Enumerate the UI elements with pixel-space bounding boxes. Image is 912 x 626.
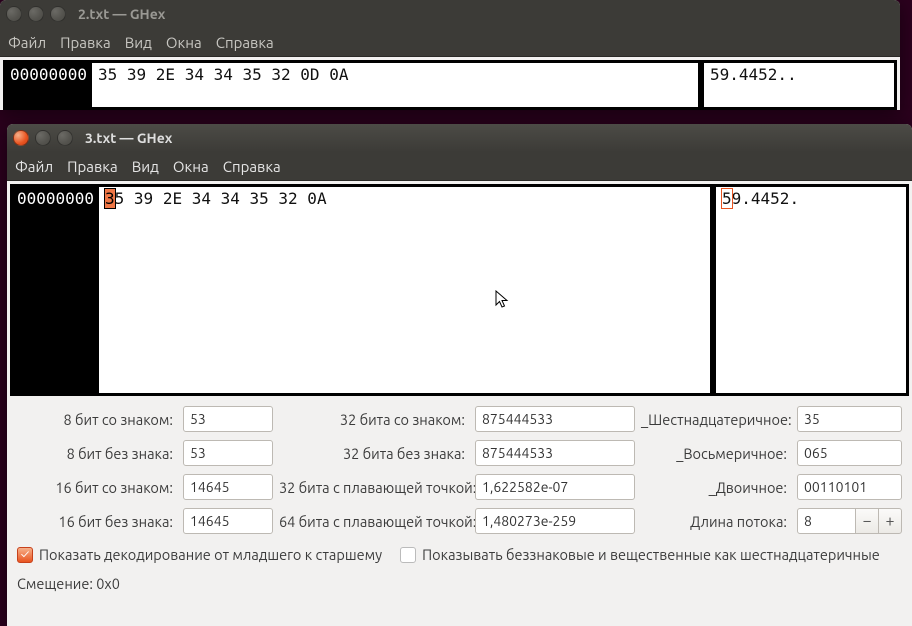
value-oct[interactable]: 065 <box>797 440 902 466</box>
stream-minus-button[interactable]: − <box>855 508 879 534</box>
value-s16[interactable]: 14645 <box>183 474 273 500</box>
value-u16[interactable]: 14645 <box>183 508 273 534</box>
ghex-window-1: 2.txt — GHex Файл Правка Вид Окна Справк… <box>0 0 900 110</box>
unsigned-hex-checkbox-group[interactable]: Показывать беззнаковые и вещественные ка… <box>400 546 880 563</box>
data-inspector-panel: 8 бит со знаком: 53 32 бита со знаком: 8… <box>7 396 912 600</box>
label-u32: 32 бита без знака: <box>279 445 469 462</box>
value-f64[interactable]: 1,480273e-259 <box>475 508 635 534</box>
little-endian-checkbox[interactable] <box>17 547 33 563</box>
menu-edit[interactable]: Правка <box>60 34 111 51</box>
titlebar-2[interactable]: 3.txt — GHex <box>7 124 912 152</box>
ascii-column[interactable]: 59.4452. <box>716 187 906 393</box>
byte-rest[interactable]: 5 <box>115 189 125 208</box>
value-u32[interactable]: 875444533 <box>475 440 635 466</box>
label-s8: 8 бит со знаком: <box>17 411 177 428</box>
menu-view[interactable]: Вид <box>132 158 159 175</box>
label-f32: 32 бита с плавающей точкой: <box>279 479 469 496</box>
label-bin: _Двоичное: <box>641 479 791 496</box>
menubar-1: Файл Правка Вид Окна Справка <box>0 28 900 57</box>
menu-windows[interactable]: Окна <box>166 34 202 51</box>
little-endian-label: Показать декодирование от младшего к ста… <box>39 546 382 563</box>
hex-editor-1[interactable]: 00000000 35 39 2E 34 34 35 32 0D 0A 59.4… <box>3 60 897 110</box>
value-bin[interactable]: 00110101 <box>797 474 902 500</box>
value-f32[interactable]: 1,622582e-07 <box>475 474 635 500</box>
maximize-button[interactable] <box>50 6 66 22</box>
unsigned-hex-label: Показывать беззнаковые и вещественные ка… <box>422 546 880 563</box>
menu-view[interactable]: Вид <box>125 34 152 51</box>
close-button[interactable] <box>13 130 29 146</box>
selected-nibble[interactable]: 3 <box>105 189 115 208</box>
label-s32: 32 бита со знаком: <box>279 411 469 428</box>
hex-bytes-column[interactable]: 35 39 2E 34 34 35 32 0A <box>99 187 716 393</box>
label-u8: 8 бит без знака: <box>17 445 177 462</box>
label-s16: 16 бит со знаком: <box>17 479 177 496</box>
maximize-button[interactable] <box>57 130 73 146</box>
hex-editor-2[interactable]: 00000000 35 39 2E 34 34 35 32 0A 59.4452… <box>10 184 909 396</box>
value-s32[interactable]: 875444533 <box>475 406 635 432</box>
titlebar-1[interactable]: 2.txt — GHex <box>0 0 900 28</box>
offset-column: 00000000 <box>6 63 92 107</box>
minimize-button[interactable] <box>35 130 51 146</box>
minimize-button[interactable] <box>28 6 44 22</box>
label-u16: 16 бит без знака: <box>17 513 177 530</box>
ascii-rest[interactable]: 9.4452. <box>732 189 799 208</box>
window-title-2: 3.txt — GHex <box>85 130 172 146</box>
window-title-1: 2.txt — GHex <box>78 6 165 22</box>
little-endian-checkbox-group[interactable]: Показать декодирование от младшего к ста… <box>17 546 382 563</box>
unsigned-hex-checkbox[interactable] <box>400 547 416 563</box>
value-hex[interactable]: 35 <box>797 406 902 432</box>
label-hex: _Шестнадцатеричное: <box>641 411 791 428</box>
hex-bytes-rest[interactable]: 39 2E 34 34 35 32 0A <box>124 189 326 208</box>
label-f64: 64 бита с плавающей точкой: <box>279 513 469 530</box>
value-s8[interactable]: 53 <box>183 406 273 432</box>
offset-column: 00000000 <box>13 187 99 393</box>
ghex-window-2: 3.txt — GHex Файл Правка Вид Окна Справк… <box>7 124 912 626</box>
selected-ascii-char[interactable]: 5 <box>722 189 732 208</box>
value-u8[interactable]: 53 <box>183 440 273 466</box>
menu-help[interactable]: Справка <box>216 34 274 51</box>
menu-help[interactable]: Справка <box>223 158 281 175</box>
menu-windows[interactable]: Окна <box>173 158 209 175</box>
offset-status: Смещение: 0x0 <box>17 575 902 592</box>
label-oct: _Восьмеричное: <box>641 445 791 462</box>
hex-bytes-column[interactable]: 35 39 2E 34 34 35 32 0D 0A <box>92 63 704 107</box>
close-button[interactable] <box>6 6 22 22</box>
menu-file[interactable]: Файл <box>8 34 46 51</box>
value-stream[interactable]: 8 <box>797 508 856 534</box>
stream-length-control: 8 − + <box>797 508 902 534</box>
checkbox-row: Показать декодирование от младшего к ста… <box>17 546 902 563</box>
label-stream: Длина потока: <box>641 513 791 530</box>
menubar-2: Файл Правка Вид Окна Справка <box>7 152 912 181</box>
stream-plus-button[interactable]: + <box>878 508 902 534</box>
ascii-column[interactable]: 59.4452.. <box>704 63 894 107</box>
menu-edit[interactable]: Правка <box>67 158 118 175</box>
menu-file[interactable]: Файл <box>15 158 53 175</box>
